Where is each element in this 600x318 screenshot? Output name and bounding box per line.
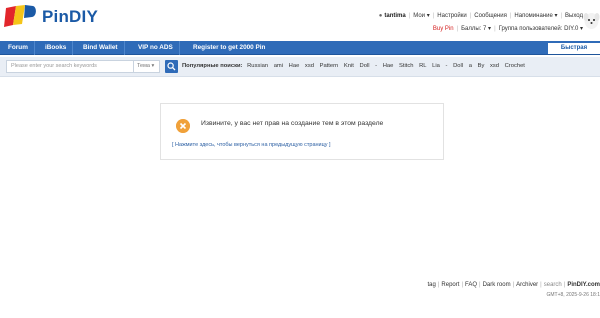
error-message-box: Извините, у вас нет прав на создание тем… [160,103,444,160]
nav-register[interactable]: Register to get 2000 Pin [187,41,271,55]
nav-forum[interactable]: Forum [2,41,35,55]
hot-keyword[interactable]: xsd [305,63,314,69]
close-icon [176,119,190,133]
logout-link[interactable]: Выход [565,13,583,19]
user-info: Buy Pin | Баллы: 7 ▾ | Группа пользовате… [432,25,583,33]
site-name: PinDIY [42,7,98,26]
quick-button[interactable]: Быстрая [548,43,600,54]
search-icon [167,62,174,69]
settings-link[interactable]: Настройки [437,13,466,19]
my-menu[interactable]: Мои ▾ [413,12,429,19]
hot-searches-label: Популярные поиски: [182,63,243,69]
hot-keyword[interactable]: Doll [360,63,370,69]
footer-link-faq[interactable]: FAQ [465,282,477,288]
hot-keyword[interactable]: Knit [344,63,354,69]
nav-bind-wallet[interactable]: Bind Wallet [77,41,125,55]
hot-keyword[interactable]: RL [419,63,426,69]
hot-keyword[interactable]: Hae [383,63,394,69]
footer-time: GMT+8, 2025-9-26 18:1 [546,292,600,298]
avatar[interactable] [583,8,600,30]
hot-keyword[interactable]: Doll [453,63,463,69]
hot-keyword[interactable]: - [375,63,377,69]
hot-keyword[interactable]: Pattern [320,63,339,69]
hot-keyword[interactable]: Russian [247,63,268,69]
hot-keyword[interactable]: ami [274,63,283,69]
search-bar: Please enter your search keywords Тема ▾… [0,57,600,77]
hot-searches: Популярные поиски: Russian ami Hae xsd P… [182,63,529,69]
logo-icon [4,5,36,27]
username-link[interactable]: tantima [384,13,405,19]
hot-keyword[interactable]: xsd [490,63,499,69]
site-logo[interactable]: PinDIY [4,5,98,29]
hot-keyword[interactable]: a [469,63,472,69]
messages-link[interactable]: Сообщения [474,13,507,19]
user-menu: ● tantima | Мои ▾ | Настройки | Сообщени… [378,12,583,20]
footer-links: tag | Report | FAQ | Dark room | Archive… [427,282,600,288]
footer-link-dark-room[interactable]: Dark room [483,282,511,288]
footer-link-report[interactable]: Report [441,282,459,288]
buy-pin-link[interactable]: Buy Pin [433,26,454,32]
nav-vip-no-ads[interactable]: VIP no ADS [132,41,180,55]
error-message-text: Извините, у вас нет прав на создание тем… [201,120,384,127]
search-input[interactable]: Please enter your search keywords [6,60,134,73]
header: PinDIY ● tantima | Мои ▾ | Настройки | С… [0,0,600,40]
hot-keyword[interactable]: - [446,63,448,69]
footer-link-search[interactable]: search [544,282,562,288]
hot-keyword[interactable]: By [478,63,485,69]
reminders-menu[interactable]: Напоминание ▾ [514,12,557,19]
footer-link-archiver[interactable]: Archiver [516,282,538,288]
nav-ibooks[interactable]: iBooks [39,41,74,55]
hot-keyword[interactable]: Stitch [399,63,414,69]
hot-keyword[interactable]: Crochet [505,63,525,69]
search-button[interactable] [165,60,178,73]
back-link[interactable]: [ Нажмите здесь, чтобы вернуться на пред… [172,142,331,148]
hot-keyword[interactable]: Lia [432,63,440,69]
user-group-menu[interactable]: Группа пользователей: DIY.0 ▾ [499,25,583,32]
user-icon: ● [378,12,383,19]
search-type-select[interactable]: Тема ▾ [134,60,160,73]
points-menu[interactable]: Баллы: 7 ▾ [461,25,491,32]
footer-brand[interactable]: PinDIY.com [567,282,600,288]
footer-link-tag[interactable]: tag [428,282,436,288]
main-nav: Forum iBooks Bind Wallet VIP no ADS Regi… [0,41,600,55]
hot-keyword[interactable]: Hae [289,63,300,69]
